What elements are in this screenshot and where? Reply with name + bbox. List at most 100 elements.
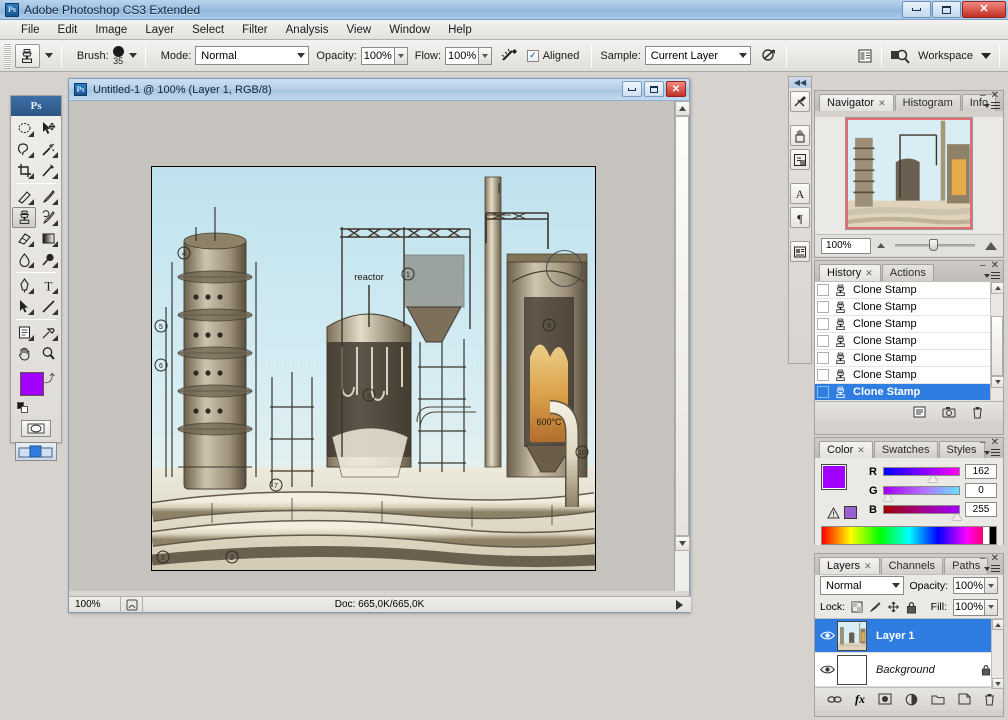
new-group-button[interactable] <box>931 694 945 705</box>
green-slider-thumb[interactable] <box>882 494 893 501</box>
history-panel-menu-button[interactable] <box>984 272 1000 279</box>
history-scrollbar[interactable] <box>990 282 1004 401</box>
zoom-in-icon[interactable] <box>985 241 997 250</box>
screen-mode-button[interactable] <box>15 442 57 461</box>
image-canvas[interactable]: 600°C reactor 3 4 5 6 7 1 2 1 9 10 <box>151 166 596 571</box>
maximize-button[interactable] <box>932 1 961 18</box>
vertical-scroll-thumb[interactable] <box>675 116 689 536</box>
history-scroll-down[interactable] <box>991 376 1004 388</box>
layer-name[interactable]: Layer 1 <box>876 630 915 642</box>
gamut-substitute-swatch[interactable] <box>844 506 857 519</box>
aligned-checkbox[interactable]: ✓ <box>527 49 539 62</box>
airbrush-button[interactable] <box>500 47 520 65</box>
menu-item-file[interactable]: File <box>12 22 49 38</box>
layer-blend-mode-select[interactable]: Normal <box>820 576 905 595</box>
menu-item-view[interactable]: View <box>337 22 380 38</box>
tool-magic-wand[interactable] <box>36 139 60 160</box>
document-title-bar[interactable]: Ps Untitled-1 @ 100% (Layer 1, RGB/8) ✕ <box>69 79 689 101</box>
document-zoom-level[interactable]: 100% <box>69 596 121 613</box>
tool-history-brush[interactable] <box>36 207 60 228</box>
tool-pen[interactable] <box>12 275 36 296</box>
tab-history[interactable]: History ✕ <box>819 264 881 281</box>
menu-item-edit[interactable]: Edit <box>49 22 87 38</box>
default-colors-icon[interactable] <box>17 402 28 413</box>
green-value-input[interactable]: 0 <box>965 483 997 498</box>
workspace-dropdown-arrow[interactable] <box>981 52 991 59</box>
brushes-button[interactable] <box>790 125 810 146</box>
tool-eraser[interactable] <box>12 228 36 249</box>
tool-preset-dropdown-arrow[interactable] <box>44 53 53 58</box>
history-snapshot-box[interactable] <box>817 369 829 381</box>
foreground-color-swatch[interactable] <box>20 372 44 396</box>
workspace-label[interactable]: Workspace <box>918 50 973 62</box>
blue-slider-thumb[interactable] <box>951 513 962 520</box>
menu-item-layer[interactable]: Layer <box>136 22 183 38</box>
layers-panel-menu-button[interactable] <box>984 565 1000 572</box>
layer-row-layer-1[interactable]: Layer 1 <box>815 619 1003 653</box>
tab-layers-close-icon[interactable]: ✕ <box>864 561 872 572</box>
history-snapshot-box[interactable] <box>817 352 829 364</box>
character-button[interactable]: A <box>790 183 810 204</box>
layer-fill-input[interactable]: 100% <box>953 598 985 616</box>
menu-item-analysis[interactable]: Analysis <box>277 22 338 38</box>
canvas-vertical-scrollbar[interactable] <box>674 101 690 591</box>
tool-notes[interactable] <box>12 322 36 343</box>
toggle-palettes-button[interactable] <box>857 48 873 64</box>
navigator-thumbnail[interactable] <box>845 117 973 230</box>
lock-transparent-pixels-icon[interactable] <box>851 601 863 613</box>
layer-thumbnail[interactable] <box>837 620 867 651</box>
tool-presets-button[interactable] <box>790 91 810 112</box>
flow-input[interactable]: 100% <box>445 46 480 65</box>
history-state-row[interactable]: Clone Stamp <box>815 350 1003 367</box>
layer-opacity-input[interactable]: 100% <box>953 577 985 594</box>
tool-slice[interactable] <box>36 160 60 181</box>
navigator-view-box[interactable] <box>846 118 972 229</box>
history-snapshot-box[interactable] <box>817 301 829 313</box>
tool-clone-stamp[interactable] <box>12 207 36 228</box>
adjustment-layer-button[interactable] <box>905 693 918 706</box>
red-value-input[interactable]: 162 <box>965 464 997 479</box>
link-layers-button[interactable] <box>827 694 842 705</box>
scroll-down-button[interactable] <box>675 536 690 551</box>
tool-hand[interactable] <box>12 343 36 364</box>
green-channel-slider[interactable] <box>882 486 960 501</box>
opacity-control[interactable]: 100% <box>360 46 408 65</box>
clone-source-button[interactable] <box>790 149 810 170</box>
history-panel-close-icon[interactable]: ✕ <box>991 261 999 271</box>
history-snapshot-box[interactable] <box>817 335 829 347</box>
canvas-area[interactable]: 600°C reactor 3 4 5 6 7 1 2 1 9 10 <box>69 101 689 591</box>
new-document-from-state-button[interactable] <box>912 405 927 419</box>
history-state-row[interactable]: Clone Stamp <box>815 282 1003 299</box>
tool-gradient[interactable] <box>36 228 60 249</box>
history-panel-minimize-icon[interactable]: – <box>980 261 986 271</box>
flow-control[interactable]: 100% <box>445 46 493 65</box>
tab-styles[interactable]: Styles <box>938 441 985 458</box>
panel-minimize-icon[interactable]: – <box>980 91 986 101</box>
history-snapshot-box[interactable] <box>817 386 829 398</box>
tool-marquee[interactable] <box>12 118 36 139</box>
menu-item-filter[interactable]: Filter <box>233 22 277 38</box>
flow-spinner[interactable] <box>479 46 493 65</box>
blue-value-input[interactable]: 255 <box>965 502 997 517</box>
layers-scroll-up[interactable] <box>992 619 1004 630</box>
lock-position-icon[interactable] <box>887 601 900 613</box>
zoom-out-icon[interactable] <box>877 243 885 248</box>
layer-visibility-toggle[interactable] <box>817 630 837 641</box>
red-slider-thumb[interactable] <box>927 475 938 482</box>
history-state-row-selected[interactable]: Clone Stamp <box>815 384 1003 401</box>
layer-style-button[interactable]: fx <box>855 692 865 707</box>
history-state-row[interactable]: Clone Stamp <box>815 316 1003 333</box>
standard-mode-button[interactable] <box>21 420 51 437</box>
panel-close-icon[interactable]: ✕ <box>991 91 999 101</box>
history-state-row[interactable]: Clone Stamp <box>815 367 1003 384</box>
tab-color[interactable]: Color ✕ <box>819 441 873 458</box>
color-spectrum-ramp[interactable] <box>821 526 997 545</box>
go-to-bridge-button[interactable] <box>890 47 910 65</box>
color-panel-close-icon[interactable]: ✕ <box>991 438 999 448</box>
tab-navigator-close-icon[interactable]: ✕ <box>878 98 886 109</box>
lock-image-pixels-icon[interactable] <box>869 601 881 613</box>
paragraph-button[interactable]: ¶ <box>790 207 810 228</box>
swap-colors-icon[interactable]: ⤴ <box>44 370 55 386</box>
tab-channels[interactable]: Channels <box>880 557 944 574</box>
status-bar-menu-arrow[interactable] <box>676 599 683 610</box>
